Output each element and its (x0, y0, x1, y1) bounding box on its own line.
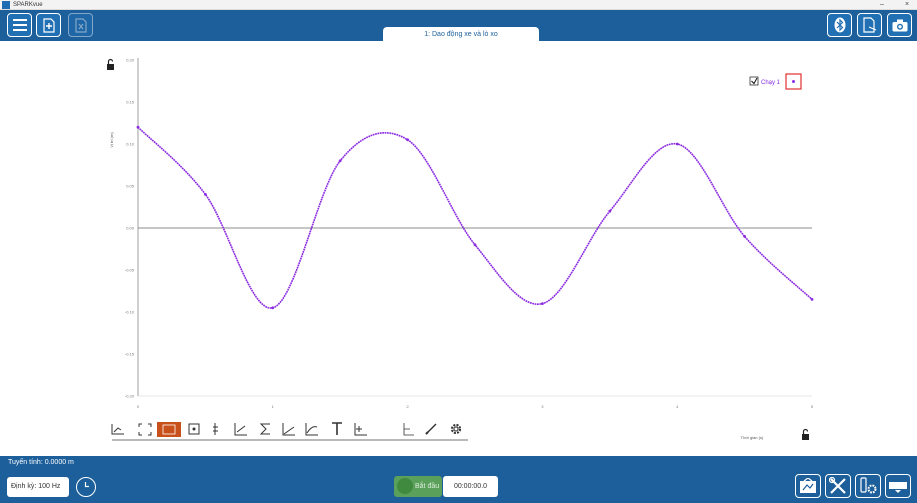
data-point[interactable] (473, 243, 477, 247)
statistics-tool-icon[interactable] (259, 423, 270, 435)
sample-rate-field[interactable]: Định kỳ: 100 Hz (7, 477, 69, 497)
data-point[interactable] (271, 306, 275, 310)
record-icon (397, 478, 413, 494)
data-point[interactable] (136, 125, 140, 129)
close-button[interactable]: × (905, 0, 909, 10)
settings-icon[interactable] (450, 423, 462, 435)
x-tick-label: 1 (272, 404, 275, 409)
add-plot-icon[interactable] (354, 423, 367, 436)
curve-fit-strip: Tuyến tính: 0.0000 m (0, 456, 917, 470)
hamburger-menu-icon (12, 19, 27, 31)
y-tick-label: 0.00 (126, 226, 135, 231)
y-tick-label: -0.05 (125, 268, 135, 273)
sampling-options-button[interactable] (76, 477, 96, 497)
window-title: SPARKvue (13, 2, 43, 8)
draw-tool-icon[interactable] (425, 423, 437, 435)
delete-page-button[interactable] (68, 13, 93, 37)
page-tab[interactable]: 1: Dao động xe và lò xo (383, 27, 539, 43)
data-point[interactable] (675, 142, 679, 146)
x-axis-label[interactable]: Thời gian (s) (741, 435, 764, 440)
coordinates-tool-icon[interactable] (213, 423, 218, 435)
series-line[interactable] (137, 126, 813, 309)
y-tick-label: 0.15 (126, 100, 135, 105)
x-tick-label: 2 (406, 404, 409, 409)
menu-button[interactable] (7, 13, 32, 37)
delete-page-icon (74, 17, 87, 33)
scale-tool-icon[interactable] (111, 424, 124, 435)
bluetooth-button[interactable] (827, 13, 852, 37)
curve-fit-tool-icon[interactable] (305, 423, 318, 436)
data-point[interactable] (810, 298, 814, 301)
annotation-tool-icon[interactable] (332, 422, 342, 435)
graph-svg[interactable]: 0.20 0.15 0.10 0.05 0.00 -0.05 -0.10 -0.15 -0.20… (100, 50, 820, 450)
data-point[interactable] (608, 209, 612, 213)
curve-fit-label[interactable]: Tuyến tính: 0.0000 m (8, 458, 74, 468)
y-tick-label: 0.10 (126, 142, 135, 147)
y-tick-label: -0.20 (125, 394, 135, 399)
data-summary-button[interactable] (885, 474, 911, 498)
minimize-button[interactable]: – (880, 0, 884, 10)
add-page-icon (42, 17, 55, 33)
start-button[interactable]: Bắt đầu (394, 476, 442, 497)
start-label: Bắt đầu (415, 483, 440, 490)
data-point[interactable] (338, 159, 342, 163)
area-tool-icon[interactable] (282, 423, 295, 436)
lock-open-icon[interactable] (107, 58, 114, 71)
journal-icon (800, 478, 816, 493)
elapsed-time: 00:00:00.0 (443, 476, 498, 497)
graph-area[interactable]: 0.20 0.15 0.10 0.05 0.00 -0.05 -0.10 -0.15 -0.20… (100, 50, 820, 450)
graph-tool-palette (111, 422, 468, 441)
camera-icon (892, 19, 907, 31)
fit-tool-icon[interactable] (138, 423, 152, 436)
slope-tool-icon[interactable] (234, 423, 247, 436)
app-icon (2, 1, 10, 9)
bluetooth-icon (834, 17, 845, 33)
camera-button[interactable] (887, 13, 912, 37)
legend-label: Chạy 1 (761, 80, 781, 86)
sensor-settings-button[interactable] (855, 474, 881, 498)
x-tick-label: 3 (541, 404, 544, 409)
data-point[interactable] (743, 235, 746, 238)
data-summary-icon (889, 482, 907, 493)
x-tick-label: 5 (811, 404, 814, 409)
data-point[interactable] (406, 138, 409, 142)
legend[interactable]: Chạy 1 (749, 73, 802, 90)
sensor-settings-icon (860, 477, 877, 494)
clock-icon (84, 482, 89, 488)
y-axis-label[interactable]: Vị trí (m) (109, 132, 114, 148)
bottom-toolbar: Định kỳ: 100 Hz Bắt đầu 00:00:00.0 (0, 470, 917, 503)
crosshair-tool-icon[interactable] (188, 423, 200, 435)
tools-icon (829, 477, 846, 494)
delta-tool-icon[interactable] (403, 423, 414, 436)
x-tick-label: 4 (676, 404, 679, 409)
y-tick-label: 0.20 (126, 58, 135, 63)
tools-button[interactable] (825, 474, 851, 498)
window-titlebar: SPARKvue – × (0, 0, 917, 10)
y-tick-label: 0.05 (126, 184, 135, 189)
new-page-button[interactable] (36, 13, 61, 37)
y-tick-label: -0.10 (125, 310, 135, 315)
data-point[interactable] (204, 193, 207, 196)
x-tick-label: 0 (137, 404, 140, 409)
journal-button[interactable] (795, 474, 821, 498)
lock-open-icon[interactable] (802, 428, 809, 441)
highlight-tool-icon[interactable] (157, 422, 181, 437)
y-tick-label: -0.15 (125, 352, 135, 357)
data-point[interactable] (541, 302, 544, 305)
export-icon (862, 17, 876, 33)
series-marker-icon (792, 80, 795, 83)
export-button[interactable] (857, 13, 882, 37)
